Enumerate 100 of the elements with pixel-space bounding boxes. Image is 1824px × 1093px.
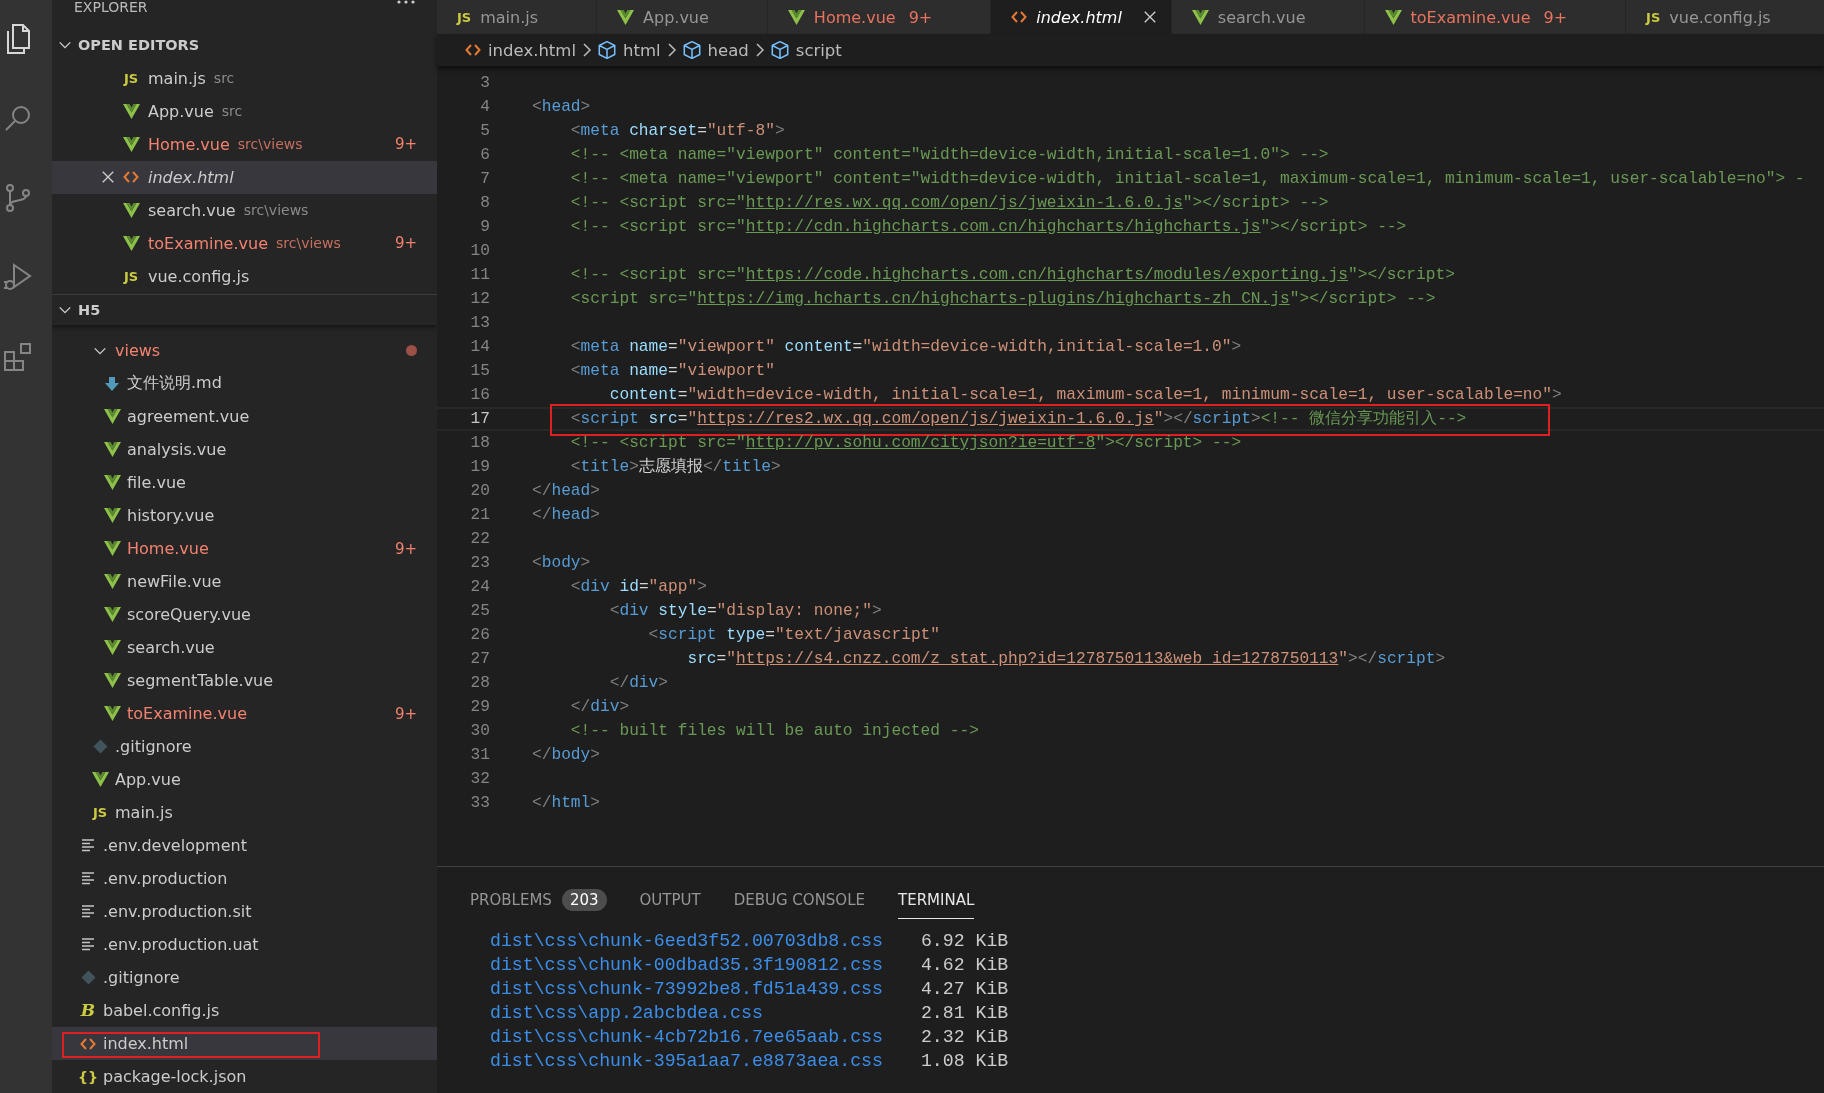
lines-icon [81, 839, 95, 852]
file-item[interactable]: App.vue src [52, 94, 437, 128]
code-line: </html> [532, 793, 600, 814]
file-item[interactable]: .env.production [52, 862, 437, 895]
file-item[interactable]: JS main.js src [52, 61, 437, 95]
run-debug-icon[interactable] [2, 260, 34, 293]
close-icon[interactable] [1142, 10, 1157, 24]
file-item[interactable]: .env.production.uat [52, 928, 437, 961]
v-icon [103, 508, 121, 523]
file-item[interactable]: .gitignore [52, 730, 437, 763]
code-line: <script src="https://res2.wx.qq.com/open/js/jweixin-1.6.0.js"></script><!-- 微信分享功能引入--> [569, 409, 1467, 429]
file-item[interactable]: App.vue [52, 763, 437, 796]
line-number: 22 [469, 529, 490, 550]
file-item[interactable]: 文件说明.md [52, 367, 437, 400]
file-item[interactable]: .env.production.sit [52, 895, 437, 928]
file-path: dist\css\chunk-4cb72b16.7ee65aab.css [490, 1026, 883, 1049]
file-item[interactable]: search.vue [52, 631, 437, 664]
breadcrumb-item[interactable]: head [682, 40, 749, 60]
section-header[interactable]: OPEN EDITORS [52, 32, 437, 59]
section-header[interactable]: H5 [52, 293, 437, 325]
file-item[interactable]: newFile.vue [52, 565, 437, 598]
file-path: dist\css\chunk-395a1aa7.e8873aea.css [490, 1050, 883, 1073]
file-item[interactable]: toExamine.vue 9+ [52, 697, 437, 730]
breadcrumb-item[interactable]: index.html [465, 40, 576, 60]
panel-tab[interactable]: OUTPUT [639, 881, 701, 919]
line-number: 20 [469, 481, 490, 502]
line-number: 18 [469, 433, 490, 454]
file-item[interactable]: JS main.js [52, 796, 437, 829]
v-icon [103, 541, 121, 556]
code-line: <!-- <script src="http://pv.sohu.com/cityjson?ie=utf-8"></script> --> [569, 433, 1242, 454]
v-icon [103, 607, 121, 622]
file-item[interactable]: views [52, 334, 437, 367]
line-number: 13 [469, 313, 490, 334]
line-number: 24 [469, 577, 490, 598]
file-path: dist\css\chunk-6eed3f52.00703db8.css [490, 930, 883, 953]
panel-tab[interactable]: PROBLEMS 203 [470, 881, 607, 919]
code-line: <meta charset="utf-8"> [569, 121, 785, 142]
code-line: <!-- <meta name="viewport" content="width=device-width, initial-scale=1, maximum-scale=1, minimum-scale=1, user-scalable=no"> - [569, 169, 1805, 190]
file-type-label: {} [78, 1069, 98, 1084]
file-item[interactable]: scoreQuery.vue [52, 598, 437, 631]
code-line: <body> [532, 553, 591, 574]
v-icon [122, 202, 140, 218]
file-item[interactable]: agreement.vue [52, 400, 437, 433]
file-item[interactable]: Home.vue src\views 9+ [52, 127, 437, 161]
code-line: <!-- built files will be auto injected --> [569, 721, 979, 742]
code-line: </div> [608, 673, 669, 694]
line-number: 16 [469, 385, 490, 406]
file-item[interactable]: search.vue src\views [52, 193, 437, 227]
code-line: <div style="display: none;"> [608, 601, 882, 622]
breadcrumb-item[interactable]: html [598, 40, 661, 60]
file-item[interactable]: analysis.vue [52, 433, 437, 466]
line-number: 33 [469, 793, 490, 814]
file-item[interactable]: {} package-lock.json [52, 1060, 437, 1093]
file-size: 4.27 KiB [920, 978, 1009, 1001]
v-icon [122, 103, 140, 119]
file-item[interactable]: index.html [52, 160, 437, 194]
line-number: 10 [469, 241, 490, 262]
line-number: 23 [469, 553, 490, 574]
file-item[interactable]: .gitignore [52, 961, 437, 994]
line-number: 14 [469, 337, 490, 358]
file-item[interactable]: segmentTable.vue [52, 664, 437, 697]
editor-tab[interactable]: App.vue [597, 0, 768, 34]
v-icon [1191, 9, 1209, 25]
line-number: 11 [469, 265, 490, 286]
angle-brackets-icon [1011, 10, 1028, 24]
file-item[interactable]: JS vue.config.js [52, 259, 437, 293]
editor-tab[interactable]: index.html [991, 0, 1172, 34]
file-size: 6.92 KiB [920, 930, 1009, 953]
breadcrumb-item[interactable]: script [770, 40, 842, 60]
panel-tab[interactable]: TERMINAL [898, 881, 975, 919]
file-type-label: JS [457, 10, 472, 24]
code-line: <meta name="viewport" content="width=device-width,initial-scale=1.0"> [569, 337, 1242, 358]
code-line: </body> [532, 745, 600, 766]
file-item[interactable]: .env.development [52, 829, 437, 862]
lines-icon [81, 872, 95, 885]
editor-tab[interactable]: toExamine.vue 9+ [1364, 0, 1627, 34]
file-item[interactable]: file.vue [52, 466, 437, 499]
line-number: 29 [469, 697, 490, 718]
editor-tab[interactable]: JS vue.config.js [1626, 0, 1824, 34]
line-number: 26 [469, 625, 490, 646]
close-icon[interactable] [101, 170, 115, 185]
panel-tab[interactable]: DEBUG CONSOLE [733, 881, 865, 919]
file-item[interactable]: history.vue [52, 499, 437, 532]
code-line: <div id="app"> [569, 577, 707, 598]
line-number: 15 [469, 361, 490, 382]
more-icon[interactable] [397, 0, 415, 4]
v-icon [103, 640, 121, 655]
file-item[interactable]: Home.vue 9+ [52, 532, 437, 565]
line-number: 17 [469, 409, 490, 429]
angle-brackets-icon [123, 170, 139, 185]
line-number: 19 [469, 457, 490, 478]
file-item[interactable]: index.html [52, 1027, 437, 1060]
v-icon [122, 136, 140, 152]
file-item[interactable]: B babel.config.js [52, 994, 437, 1027]
editor-tab[interactable]: Home.vue 9+ [767, 0, 992, 34]
editor-tab[interactable]: JS main.js [437, 0, 598, 34]
editor-tab[interactable]: search.vue [1171, 0, 1365, 34]
code-line: <!-- <script src="http://cdn.highcharts.com.cn/highcharts/highcharts.js"></script> --> [569, 217, 1407, 238]
file-item[interactable]: toExamine.vue src\views 9+ [52, 226, 437, 260]
v-icon [617, 9, 635, 25]
